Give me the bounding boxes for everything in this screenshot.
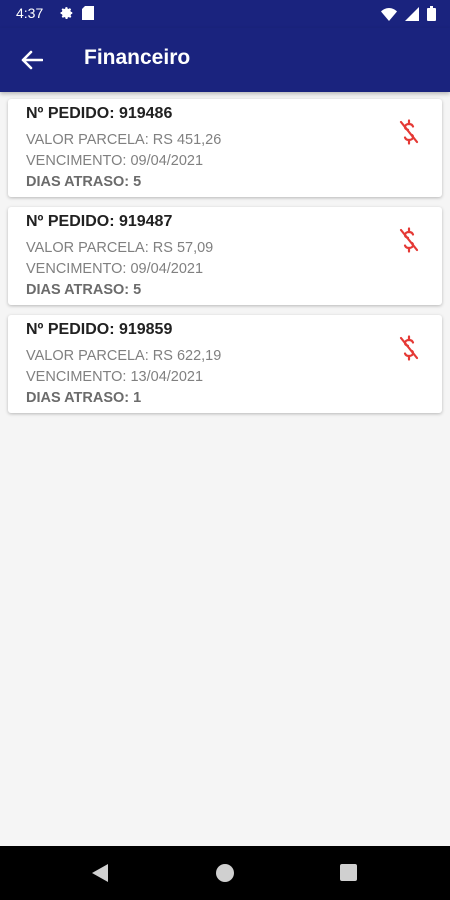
days-late: DIAS ATRASO: 1 (26, 390, 142, 406)
sim-card-icon (82, 6, 94, 25)
order-number: Nº PEDIDO: 919486 (26, 105, 173, 122)
wifi-icon (381, 7, 397, 26)
money-off-icon[interactable] (398, 335, 420, 361)
cellular-signal-icon (405, 6, 419, 26)
days-late: DIAS ATRASO: 5 (26, 174, 142, 190)
app-bar: Financeiro (0, 28, 450, 92)
order-card[interactable]: Nº PEDIDO: 919487 VALOR PARCELA: RS 57,0… (8, 207, 442, 305)
order-number: Nº PEDIDO: 919859 (26, 321, 173, 338)
due-date: VENCIMENTO: 09/04/2021 (26, 261, 204, 277)
status-time: 4:37 (16, 5, 44, 21)
nav-back-icon[interactable] (91, 863, 109, 883)
nav-recents-icon[interactable] (340, 864, 357, 881)
status-bar: 4:37 (0, 0, 450, 28)
page-title: Financeiro (84, 46, 191, 69)
order-card[interactable]: Nº PEDIDO: 919859 VALOR PARCELA: RS 622,… (8, 315, 442, 413)
nav-home-icon[interactable] (216, 864, 234, 882)
days-late: DIAS ATRASO: 5 (26, 282, 142, 298)
order-card[interactable]: Nº PEDIDO: 919486 VALOR PARCELA: RS 451,… (8, 99, 442, 197)
battery-icon (427, 6, 436, 26)
due-date: VENCIMENTO: 09/04/2021 (26, 153, 204, 169)
status-left-icons (60, 6, 94, 25)
money-off-icon[interactable] (398, 119, 420, 145)
installment-value: VALOR PARCELA: RS 57,09 (26, 240, 214, 256)
orders-list: Nº PEDIDO: 919486 VALOR PARCELA: RS 451,… (8, 99, 442, 423)
arrow-back-icon (21, 50, 43, 70)
installment-value: VALOR PARCELA: RS 622,19 (26, 348, 222, 364)
due-date: VENCIMENTO: 13/04/2021 (26, 369, 204, 385)
status-right-icons (381, 6, 436, 26)
navigation-bar (0, 846, 450, 900)
settings-icon (60, 6, 74, 25)
money-off-icon[interactable] (398, 227, 420, 253)
installment-value: VALOR PARCELA: RS 451,26 (26, 132, 222, 148)
order-number: Nº PEDIDO: 919487 (26, 213, 173, 230)
back-button[interactable] (16, 44, 48, 76)
